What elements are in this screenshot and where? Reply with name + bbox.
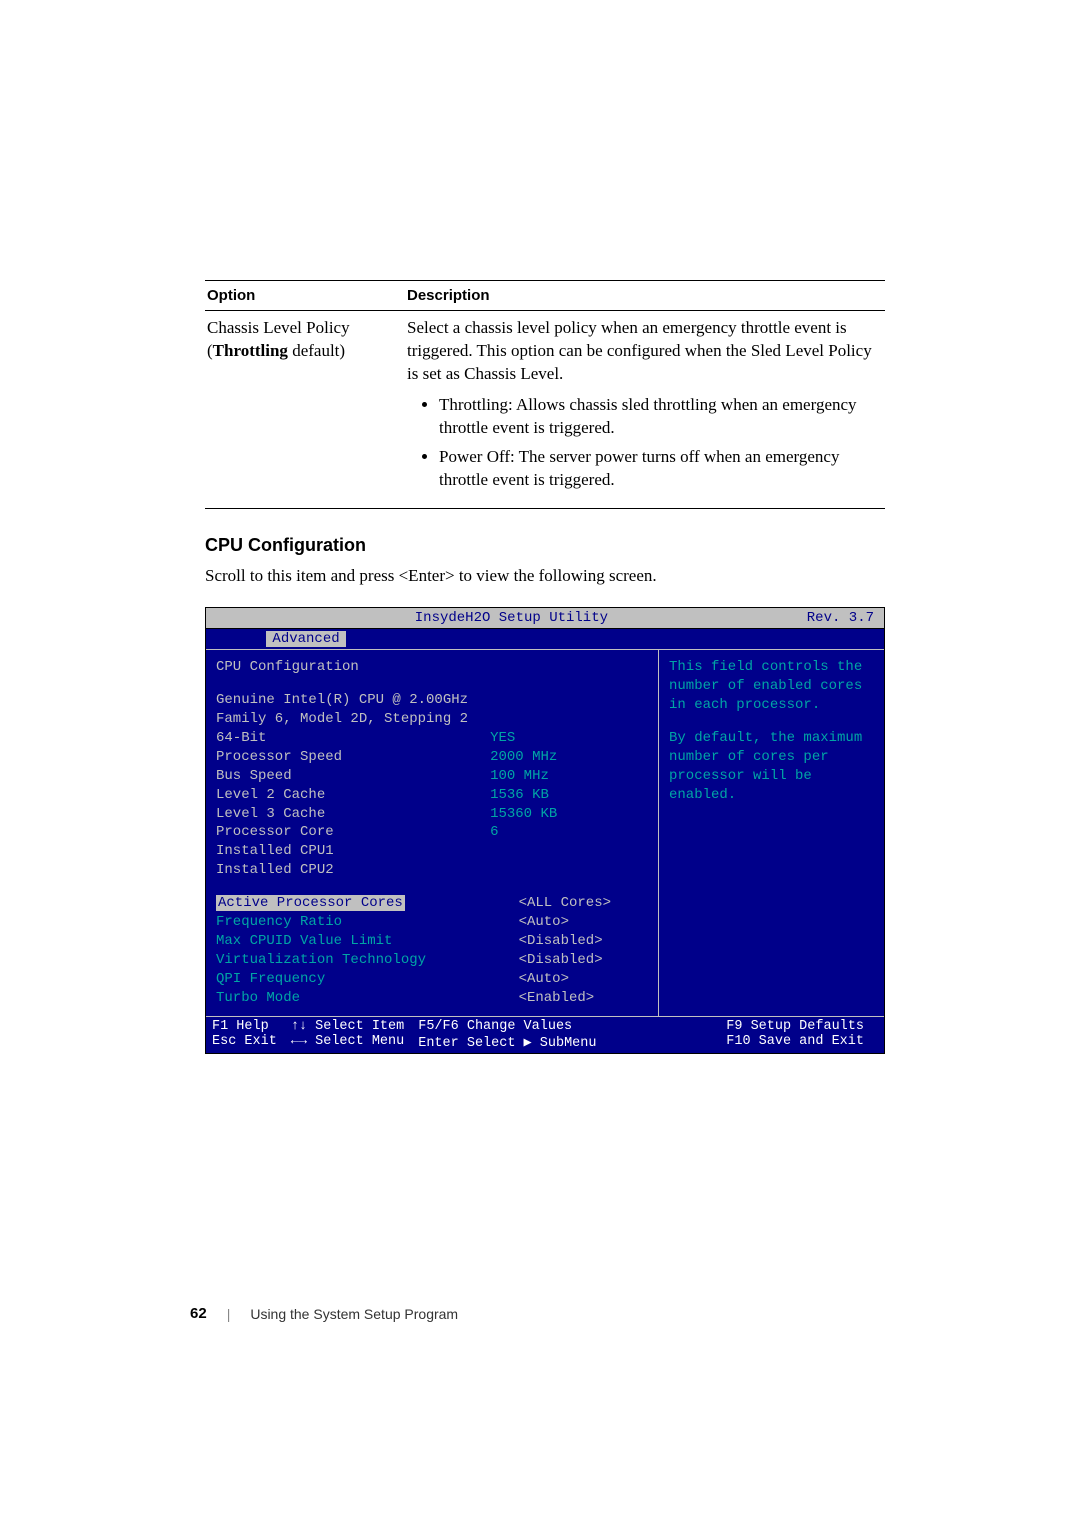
foot-f9: F9 Setup Defaults <box>726 1019 864 1034</box>
bios-titlebar: InsydeH2O Setup Utility Rev. 3.7 <box>206 608 884 629</box>
options-table: Option Description Chassis Level Policy … <box>205 280 885 509</box>
bios-conf-key: Active Processor Cores <box>216 894 491 913</box>
bios-conf-row[interactable]: QPI Frequency<Auto> <box>216 970 648 989</box>
opt-l1: Chassis Level Policy <box>207 318 350 337</box>
bios-conf-key: Frequency Ratio <box>216 913 491 932</box>
section-heading: CPU Configuration <box>205 535 885 556</box>
foot-lr: ←→ Select Menu <box>291 1034 404 1049</box>
bios-conf-val: <Disabled> <box>491 951 648 970</box>
bios-footer: F1 Help Esc Exit ↑↓ Select Item ←→ Selec… <box>206 1017 884 1053</box>
section-text: Scroll to this item and press <Enter> to… <box>205 564 885 588</box>
foot-enter: Enter Select ▶ SubMenu <box>418 1034 712 1051</box>
bios-help-pane: This field controls the number of enable… <box>659 650 884 1015</box>
bios-info-row: Installed CPU1 <box>216 842 648 861</box>
opt-cell: Chassis Level Policy (Throttling default… <box>205 311 405 509</box>
bios-conf-row[interactable]: Frequency Ratio<Auto> <box>216 913 648 932</box>
bios-cpu-name: Genuine Intel(R) CPU @ 2.00GHz <box>216 691 648 710</box>
desc-para: Select a chassis level policy when an em… <box>407 318 872 383</box>
foot-f10: F10 Save and Exit <box>726 1034 864 1049</box>
bios-conf-val: <Enabled> <box>491 989 648 1008</box>
bios-info-val: 2000 MHz <box>462 748 648 767</box>
bios-conf-row[interactable]: Active Processor Cores<ALL Cores> <box>216 894 648 913</box>
bios-info-val <box>462 861 648 880</box>
bios-rev: Rev. 3.7 <box>807 610 874 626</box>
bios-conf-val: <Disabled> <box>491 932 648 951</box>
bios-conf-key: QPI Frequency <box>216 970 491 989</box>
footer-text: Using the System Setup Program <box>250 1306 458 1322</box>
opt-l2b: Throttling <box>213 341 288 360</box>
bios-info-val: 15360 KB <box>462 805 648 824</box>
bios-help-1: This field controls the number of enable… <box>669 658 874 715</box>
bios-info-key: Installed CPU2 <box>216 861 462 880</box>
bios-info-val: 1536 KB <box>462 786 648 805</box>
foot-esc: Esc Exit <box>212 1034 277 1049</box>
bios-info-row: Bus Speed100 MHz <box>216 767 648 786</box>
bios-info-row: Processor Core6 <box>216 823 648 842</box>
bullet-2: Power Off: The server power turns off wh… <box>439 446 883 492</box>
bios-info-row: Level 3 Cache15360 KB <box>216 805 648 824</box>
bios-info-key: Installed CPU1 <box>216 842 462 861</box>
bios-tab-advanced[interactable]: Advanced <box>266 631 345 647</box>
bios-conf-key: Turbo Mode <box>216 989 491 1008</box>
bios-info-val: 100 MHz <box>462 767 648 786</box>
foot-f1: F1 Help <box>212 1019 277 1034</box>
bios-conf-key: Max CPUID Value Limit <box>216 932 491 951</box>
th-option: Option <box>205 281 405 311</box>
bios-conf-val: <Auto> <box>491 913 648 932</box>
bios-conf-row[interactable]: Max CPUID Value Limit<Disabled> <box>216 932 648 951</box>
bullet-1: Throttling: Allows chassis sled throttli… <box>439 394 883 440</box>
bios-info-row: 64-BitYES <box>216 729 648 748</box>
bios-conf-key: Virtualization Technology <box>216 951 491 970</box>
bios-conf-val: <ALL Cores> <box>491 894 648 913</box>
bios-conf-row[interactable]: Turbo Mode<Enabled> <box>216 989 648 1008</box>
bios-info-key: Level 2 Cache <box>216 786 462 805</box>
bios-title-text: InsydeH2O Setup Utility <box>216 610 807 626</box>
opt-l2c: default) <box>288 341 345 360</box>
foot-f56: F5/F6 Change Values <box>418 1019 712 1034</box>
bios-cpu-conf-label: CPU Configuration <box>216 658 648 677</box>
foot-ud: ↑↓ Select Item <box>291 1019 404 1034</box>
page-footer: 62 | Using the System Setup Program <box>190 1305 458 1322</box>
bios-help-2: By default, the maximum number of cores … <box>669 729 874 805</box>
bios-info-key: Level 3 Cache <box>216 805 462 824</box>
bios-info-key: Processor Speed <box>216 748 462 767</box>
bios-left-pane: CPU Configuration Genuine Intel(R) CPU @… <box>206 650 659 1015</box>
bios-info-val: 6 <box>462 823 648 842</box>
bios-screenshot: InsydeH2O Setup Utility Rev. 3.7 Main Ad… <box>205 607 885 1053</box>
bios-tabs: Main Advanced <box>206 629 884 650</box>
footer-sep: | <box>227 1306 231 1322</box>
bios-info-row: Processor Speed2000 MHz <box>216 748 648 767</box>
desc-cell: Select a chassis level policy when an em… <box>405 311 885 509</box>
th-desc: Description <box>405 281 885 311</box>
bios-conf-row[interactable]: Virtualization Technology<Disabled> <box>216 951 648 970</box>
page-number: 62 <box>190 1305 207 1322</box>
bios-info-val <box>462 842 648 861</box>
bios-info-key: Bus Speed <box>216 767 462 786</box>
bios-info-key: 64-Bit <box>216 729 462 748</box>
bios-conf-val: <Auto> <box>491 970 648 989</box>
bios-info-row: Level 2 Cache1536 KB <box>216 786 648 805</box>
bios-cpu-fam: Family 6, Model 2D, Stepping 2 <box>216 710 648 729</box>
bios-info-row: Installed CPU2 <box>216 861 648 880</box>
bios-info-key: Processor Core <box>216 823 462 842</box>
bios-info-val: YES <box>462 729 648 748</box>
